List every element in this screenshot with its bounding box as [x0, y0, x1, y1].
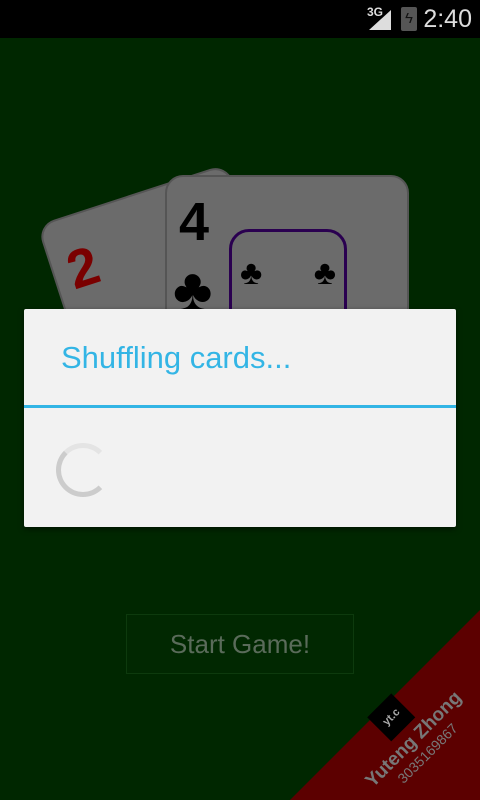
progress-dialog: Shuffling cards...: [24, 309, 456, 527]
battery-charging-icon: ϟ: [401, 7, 417, 31]
signal-icon: [369, 10, 391, 30]
status-bar: 3G ϟ 2:40: [0, 0, 480, 38]
dialog-title: Shuffling cards...: [61, 340, 292, 375]
title-divider: [24, 405, 456, 408]
card-rank: 4: [179, 192, 210, 252]
card-rank: 2: [59, 234, 107, 302]
clock: 2:40: [423, 5, 472, 33]
club-icon: ♣: [240, 254, 263, 292]
loading-spinner-icon: [56, 443, 110, 497]
club-icon: ♣: [313, 254, 336, 292]
